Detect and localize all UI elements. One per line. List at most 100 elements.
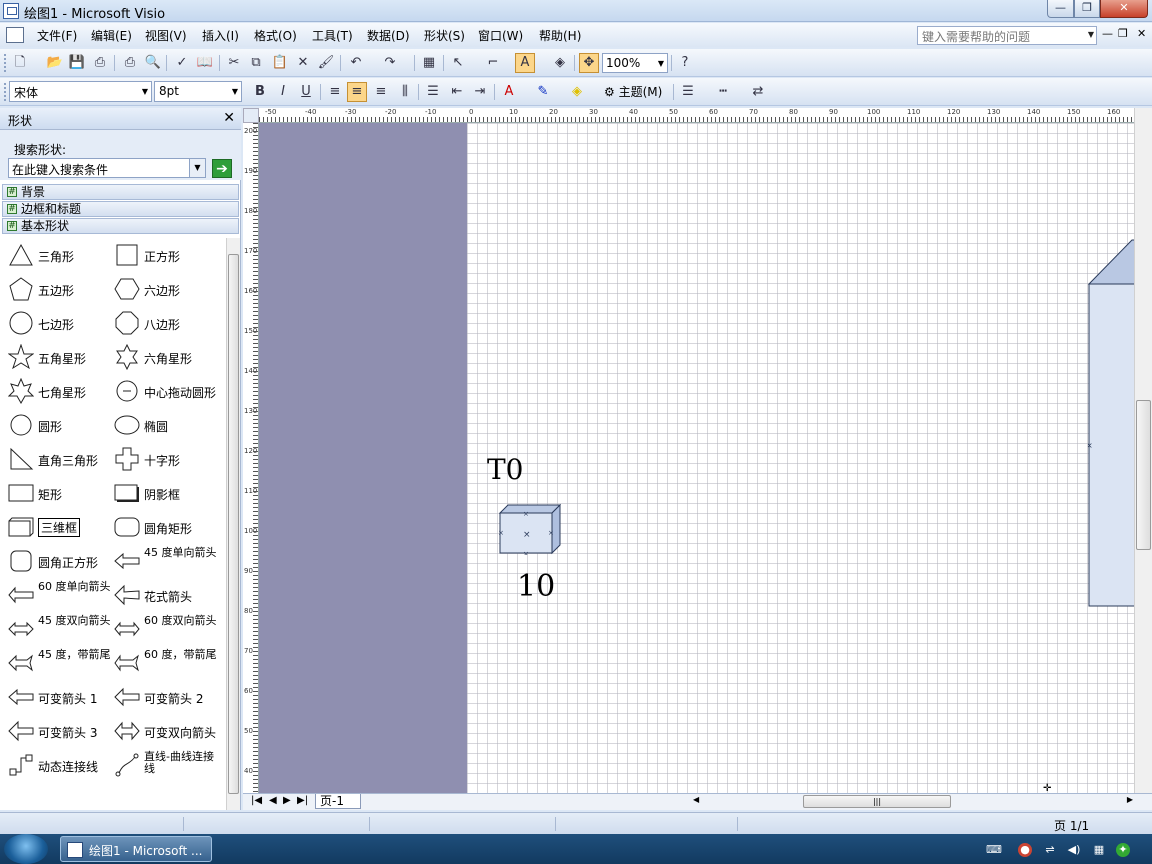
last-page-icon[interactable]: ▶| <box>297 795 308 806</box>
doc-close-icon[interactable]: ✕ <box>1137 27 1146 40</box>
scrollbar-thumb[interactable] <box>228 254 239 794</box>
shape-item-pentagon[interactable]: 五边形 <box>0 274 112 304</box>
box3d-shape[interactable]: × × × × × <box>499 503 561 555</box>
shape-item-triangle[interactable]: 三角形 <box>0 240 112 270</box>
shape-item-arrow45[interactable]: 45 度单向箭头 <box>106 546 218 576</box>
format-painter-icon[interactable]: 🖌 <box>316 53 336 73</box>
shape-item-fancy-arrow[interactable]: 花式箭头 <box>106 580 218 610</box>
font-color-icon[interactable]: A <box>499 82 519 102</box>
shape-label-bottom[interactable]: 10 <box>517 569 555 604</box>
shape-item-line-curve-connector[interactable]: 直线-曲线连接线 <box>106 750 218 780</box>
shape-item-tail-arrow60[interactable]: 60 度，带箭尾 <box>106 648 218 678</box>
menu-shape[interactable]: 形状(S) <box>424 27 465 44</box>
shape-item-star5[interactable]: 五角星形 <box>0 342 112 372</box>
align-right-icon[interactable]: ≡ <box>371 82 391 102</box>
shape-item-cross[interactable]: 十字形 <box>106 444 218 474</box>
menu-tools[interactable]: 工具(T) <box>312 27 353 44</box>
shape-item-flex-arrow2[interactable]: 可变箭头 2 <box>106 682 218 712</box>
close-icon[interactable]: ✕ <box>223 110 235 126</box>
taskbar-visio-button[interactable]: 绘图1 - Microsoft ... <box>60 836 212 862</box>
network-icon[interactable]: ▦ <box>1092 843 1106 857</box>
canvas-horizontal-scrollbar[interactable]: ◀ ||| ▶ <box>693 795 1133 809</box>
update-icon[interactable]: ✦ <box>1116 843 1130 857</box>
volume-icon[interactable]: ◀) <box>1067 843 1081 857</box>
chevron-down-icon[interactable]: ▼ <box>142 87 148 96</box>
drawing-page[interactable]: T0 × × × × × 10 × ✛ <box>467 123 1134 793</box>
vertical-ruler[interactable]: 200 190 180 170 160 150 140 130 120 110 … <box>243 123 259 793</box>
shape-item-square[interactable]: 正方形 <box>106 240 218 270</box>
shape-item-flex-arrow3[interactable]: 可变箭头 3 <box>0 716 112 746</box>
line-ends-icon[interactable]: ⇄ <box>748 82 768 102</box>
scrollbar-thumb[interactable]: ||| <box>803 795 951 808</box>
shape-item-octagon[interactable]: 八边形 <box>106 308 218 338</box>
align-center-icon[interactable]: ≡ <box>347 82 367 102</box>
stencil-background[interactable]: # 背景 <box>2 184 239 200</box>
toolbar-grip[interactable] <box>4 83 7 101</box>
theme-button[interactable]: ⚙ 主题(M) <box>604 83 662 100</box>
canvas-vertical-scrollbar[interactable] <box>1134 108 1152 793</box>
font-name-select[interactable]: 宋体 ▼ <box>9 81 152 102</box>
copy-icon[interactable]: ⧉ <box>246 53 266 73</box>
shape-item-flex-arrow1[interactable]: 可变箭头 1 <box>0 682 112 712</box>
line-color-icon[interactable]: ✎ <box>533 82 553 102</box>
doc-restore-icon[interactable]: ❐ <box>1118 27 1128 40</box>
menu-window[interactable]: 窗口(W) <box>478 27 523 44</box>
cut-icon[interactable]: ✂ <box>224 53 244 73</box>
new-icon[interactable]: 🗋 <box>10 53 30 73</box>
shape-item-heptagon[interactable]: 七边形 <box>0 308 112 338</box>
shapes-window-icon[interactable]: ▦ <box>419 53 439 73</box>
shape-item-hexagon[interactable]: 六边形 <box>106 274 218 304</box>
help-search-input[interactable]: 键入需要帮助的问题 ▼ <box>917 26 1097 45</box>
justify-icon[interactable]: ⫼ <box>395 82 415 102</box>
shape-item-flex-double-arrow[interactable]: 可变双向箭头 <box>106 716 218 746</box>
chevron-down-icon[interactable]: ▼ <box>189 159 205 177</box>
text-tool-icon[interactable]: A <box>515 53 535 73</box>
scroll-right-icon[interactable]: ▶ <box>1127 795 1133 804</box>
shape-item-double-arrow45[interactable]: 45 度双向箭头 <box>0 614 112 644</box>
prev-page-icon[interactable]: ◀ <box>269 795 277 806</box>
maximize-button[interactable]: ❐ <box>1074 0 1100 18</box>
permission-icon[interactable]: ⎙ <box>90 53 110 73</box>
fill-color-icon[interactable]: ◈ <box>567 82 587 102</box>
doc-minimize-icon[interactable]: — <box>1102 27 1113 40</box>
decrease-indent-icon[interactable]: ⇤ <box>447 82 467 102</box>
save-icon[interactable]: 💾 <box>67 53 87 73</box>
align-left-icon[interactable]: ≡ <box>325 82 345 102</box>
chevron-down-icon[interactable]: ▼ <box>1088 30 1094 39</box>
connector-tool-icon[interactable]: ⌐ <box>483 53 503 73</box>
shape-item-rounded-square[interactable]: 圆角正方形 <box>0 546 112 576</box>
shape-item-shadow-box[interactable]: 阴影框 <box>106 478 218 508</box>
scroll-left-icon[interactable]: ◀ <box>693 795 699 804</box>
shape-list-scrollbar[interactable] <box>226 238 240 810</box>
stencil-borders-titles[interactable]: # 边框和标题 <box>2 201 239 217</box>
shape-item-star7[interactable]: 七角星形 <box>0 376 112 406</box>
drawing-canvas[interactable]: T0 × × × × × 10 × ✛ <box>259 123 1134 793</box>
menu-help[interactable]: 帮助(H) <box>539 27 581 44</box>
shape-item-double-arrow60[interactable]: 60 度双向箭头 <box>106 614 218 644</box>
close-button[interactable]: ✕ <box>1100 0 1148 18</box>
bold-icon[interactable]: B <box>250 82 270 102</box>
antivirus-icon[interactable]: ● <box>1018 843 1032 857</box>
menu-data[interactable]: 数据(D) <box>367 27 410 44</box>
toolbar-grip[interactable] <box>4 54 7 72</box>
increase-indent-icon[interactable]: ⇥ <box>470 82 490 102</box>
keyboard-icon[interactable]: ⌨ <box>986 843 1002 857</box>
menu-format[interactable]: 格式(O) <box>254 27 297 44</box>
visio-app-icon[interactable] <box>3 3 19 19</box>
usb-icon[interactable]: ⇌ <box>1043 843 1057 857</box>
spelling-icon[interactable]: ✓ <box>172 53 192 73</box>
bullets-icon[interactable]: ☰ <box>423 82 443 102</box>
help-icon[interactable]: ? <box>675 53 695 73</box>
big-box3d-shape[interactable]: × <box>1088 236 1134 608</box>
search-go-button[interactable]: ➔ <box>212 159 232 178</box>
zoom-select[interactable]: 100% ▼ <box>602 53 668 73</box>
page-tab[interactable]: 页-1 <box>315 794 361 809</box>
start-button[interactable] <box>4 834 48 864</box>
shape-item-center-circle[interactable]: 中心拖动圆形 <box>106 376 218 406</box>
shape-item-dynamic-connector[interactable]: 动态连接线 <box>0 750 112 780</box>
shape-item-circle[interactable]: 圆形 <box>0 410 112 440</box>
shape-item-box3d[interactable]: 三维框 <box>0 512 112 542</box>
font-size-select[interactable]: 8pt ▼ <box>154 81 242 102</box>
pointer-tool-icon[interactable]: ↖ <box>448 53 468 73</box>
print-icon[interactable]: ⎙ <box>120 53 140 73</box>
